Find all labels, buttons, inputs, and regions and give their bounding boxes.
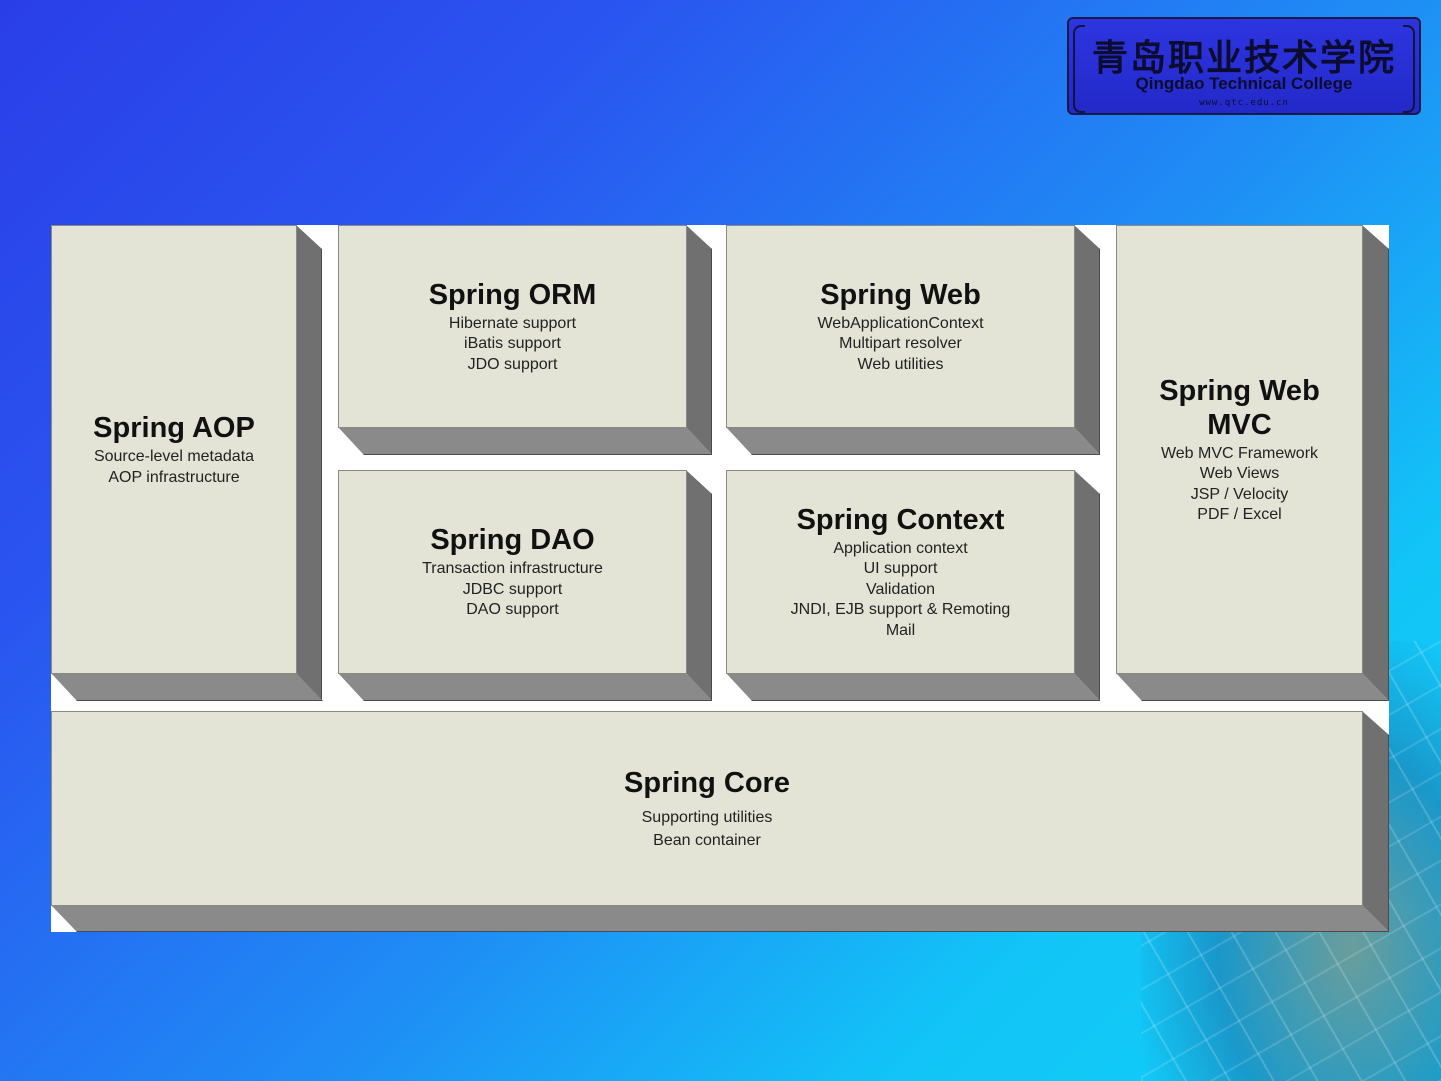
module-feature: Bean container	[653, 831, 761, 849]
module-title-line-2: MVC	[1207, 408, 1272, 441]
module-title: Spring Web	[820, 278, 981, 311]
module-feature: JDO support	[467, 355, 558, 373]
module-title: Spring Core	[624, 766, 790, 799]
module-title: Spring DAO	[430, 524, 595, 557]
module-feature: Validation	[865, 580, 936, 598]
module-feature: WebApplicationContext	[817, 314, 984, 332]
module-feature: Web MVC Framework	[1160, 444, 1319, 462]
module-feature: Supporting utilities	[641, 808, 773, 826]
module-feature: DAO support	[466, 601, 559, 619]
logo-english-name: Qingdao Technical College	[1135, 74, 1353, 93]
module-spring-web-mvc: Spring Web MVC Web MVC Framework Web Vie…	[1116, 225, 1389, 701]
module-feature: Web Views	[1199, 465, 1280, 482]
module-spring-aop: Spring AOP Source-level metadata AOP inf…	[51, 225, 323, 701]
spring-architecture-diagram: Spring AOP Source-level metadata AOP inf…	[51, 225, 1389, 932]
module-feature: UI support	[863, 560, 938, 578]
module-feature: JSP / Velocity	[1190, 485, 1289, 503]
module-title: Spring Web	[1159, 374, 1320, 407]
module-feature: Web utilities	[857, 355, 944, 373]
module-title: Spring Context	[796, 503, 1005, 536]
module-title: Spring ORM	[428, 278, 597, 311]
logo-url: www.qtc.edu.cn	[1199, 98, 1289, 108]
module-feature: Mail	[885, 621, 916, 639]
module-feature: iBatis support	[464, 335, 561, 353]
module-spring-orm: Spring ORM Hibernate support iBatis supp…	[338, 225, 712, 455]
module-feature: PDF / Excel	[1197, 506, 1282, 523]
college-logo: 青岛职业技术学院 Qingdao Technical College www.q…	[1067, 17, 1421, 115]
module-feature: Application context	[833, 539, 968, 557]
module-feature: JNDI, EJB support & Remoting	[790, 601, 1011, 619]
module-feature: Transaction infrastructure	[422, 560, 603, 578]
module-feature: Source-level metadata	[93, 448, 255, 465]
module-spring-dao: Spring DAO Transaction infrastructure JD…	[338, 470, 712, 701]
module-feature: JDBC support	[462, 580, 563, 598]
module-spring-context: Spring Context Application context UI su…	[726, 470, 1100, 701]
module-feature: Multipart resolver	[839, 335, 962, 353]
module-spring-web: Spring Web WebApplicationContext Multipa…	[726, 225, 1100, 455]
module-spring-core: Spring Core Supporting utilities Bean co…	[51, 711, 1389, 932]
module-feature: AOP infrastructure	[108, 468, 240, 486]
module-title: Spring AOP	[93, 412, 255, 444]
module-feature: Hibernate support	[448, 314, 577, 332]
